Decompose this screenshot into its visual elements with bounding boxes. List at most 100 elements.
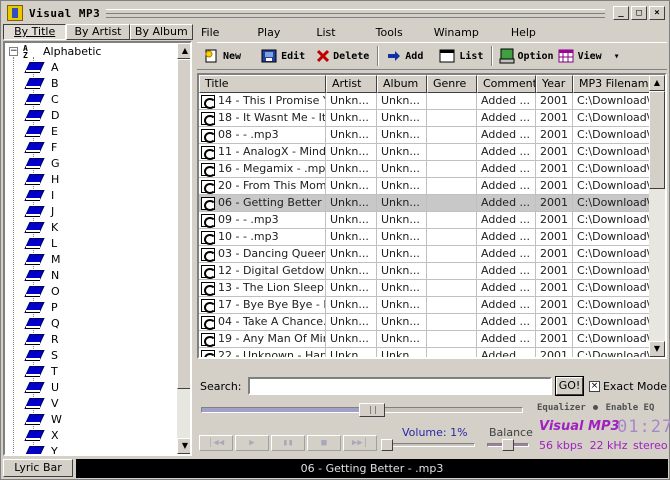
table-row[interactable]: 13 - The Lion Sleep... Unkn... Unkn... Adde… [199, 280, 649, 297]
menu-play[interactable]: Play [257, 26, 280, 39]
title-bar[interactable]: Visual MP3 _ □ × [3, 3, 667, 23]
delete-button[interactable]: Delete [317, 48, 369, 64]
table-row[interactable]: 08 - - .mp3 Unkn... Unkn... Added ... 2001 C:… [199, 127, 649, 144]
tree-letter-node[interactable]: V [25, 395, 59, 411]
tree-letter-node[interactable]: M [25, 251, 61, 267]
view-button[interactable]: View ▾ [558, 48, 620, 64]
table-row[interactable]: 18 - It Wasnt Me - It ...Unkn...Unkn...A… [199, 110, 649, 127]
tree-letter-node[interactable]: S [25, 347, 58, 363]
tree-letter-node[interactable]: A [25, 59, 59, 75]
stop-button[interactable]: ■ [307, 435, 341, 451]
menu-help[interactable]: Help [511, 26, 536, 39]
table-row[interactable]: 10 - - .mp3 Unkn... Unkn... Added ... 2001 C:… [199, 229, 649, 246]
grid-scroll-thumb[interactable] [649, 91, 665, 189]
tree-letter-node[interactable]: P [25, 299, 58, 315]
column-header-year[interactable]: Year [536, 75, 573, 93]
edit-button[interactable]: Edit [261, 48, 305, 64]
option-button[interactable]: Option [499, 48, 554, 64]
tree-letter-node[interactable]: J [25, 203, 54, 219]
seek-bar[interactable] [201, 403, 523, 417]
tab-by-album[interactable]: By Album [129, 24, 193, 40]
table-row[interactable]: 19 - Any Man Of Min...Unkn...Unkn...Adde… [199, 331, 649, 348]
table-row[interactable]: 04 - Take A Chance... Unkn... Unkn... Added… [199, 314, 649, 331]
new-button[interactable]: New [203, 48, 241, 64]
tree-letter-node[interactable]: X [25, 427, 59, 443]
tab-by-artist[interactable]: By Artist [66, 24, 130, 40]
tab-by-title[interactable]: By Title [3, 24, 67, 40]
column-header-title[interactable]: Title [199, 75, 326, 93]
scroll-down-arrow-icon[interactable]: ▼ [649, 341, 665, 357]
column-header-genre[interactable]: Genre [427, 75, 477, 93]
column-header-filename[interactable]: MP3 Filename [573, 75, 649, 93]
column-header-artist[interactable]: Artist [326, 75, 377, 93]
menu-tools[interactable]: Tools [376, 26, 403, 39]
tree-letter-node[interactable]: R [25, 331, 59, 347]
tree-letter-node[interactable]: N [25, 267, 59, 283]
tree-letter-node[interactable]: G [25, 155, 60, 171]
menu-list[interactable]: List [316, 26, 335, 39]
lyric-bar-button[interactable]: Lyric Bar [3, 459, 73, 477]
table-row[interactable]: 11 - AnalogX - Mind... Unkn... Unkn... Adde… [199, 144, 649, 161]
exact-mode-label[interactable]: Exact Mode [603, 380, 667, 393]
equalizer-button[interactable]: Equalizer [537, 403, 586, 413]
tree-letter-node[interactable]: E [25, 123, 58, 139]
next-track-button[interactable]: ▶▶| [343, 435, 377, 451]
enable-eq-label[interactable]: Enable EQ [606, 403, 655, 413]
previous-track-button[interactable]: |◀◀ [199, 435, 233, 451]
menu-file[interactable]: File [201, 26, 219, 39]
volume-handle[interactable] [380, 439, 393, 451]
view-dropdown-icon[interactable]: ▾ [614, 51, 620, 62]
tree-letter-node[interactable]: W [25, 411, 62, 427]
pause-button[interactable]: ▮▮ [271, 435, 305, 451]
song-list-grid[interactable]: Title Artist Album Genre Comment Year MP… [197, 73, 667, 359]
table-row[interactable]: 12 - Digital Getdown...Unkn...Unkn...Add… [199, 263, 649, 280]
column-header-album[interactable]: Album [377, 75, 427, 93]
tree-letter-node[interactable]: B [25, 75, 59, 91]
exact-mode-checkbox[interactable]: × [589, 380, 600, 392]
table-row[interactable]: 16 - Megamix - .mp3 Unkn... Unkn... Added .… [199, 161, 649, 178]
volume-slider[interactable] [380, 439, 475, 451]
table-row[interactable]: 09 - - .mp3 Unkn... Unkn... Added ... 2001 C:… [199, 212, 649, 229]
scroll-up-arrow-icon[interactable]: ▲ [177, 43, 190, 59]
scroll-up-arrow-icon[interactable]: ▲ [649, 75, 665, 91]
grid-vertical-scrollbar[interactable]: ▲ ▼ [649, 75, 665, 357]
seek-handle[interactable] [358, 403, 385, 417]
tree-letter-node[interactable]: O [25, 283, 60, 299]
go-button[interactable]: GO! [554, 376, 585, 396]
table-row[interactable]: 22 - Unknown - Hap...Unkn...Unkn...Added… [199, 348, 649, 357]
tree-letter-node[interactable]: Y [25, 443, 58, 455]
scroll-down-arrow-icon[interactable]: ▼ [177, 438, 190, 454]
table-row[interactable]: 20 - From This Mom...Unkn...Unkn...Added… [199, 178, 649, 195]
balance-slider[interactable] [487, 439, 529, 451]
tree-letter-node[interactable]: C [25, 91, 59, 107]
tree-letter-node[interactable]: H [25, 171, 59, 187]
tree-root-node[interactable]: − AZ Alphabetic [9, 45, 101, 60]
tree-letter-node[interactable]: U [25, 379, 59, 395]
tree-scroll-thumb[interactable] [177, 59, 190, 389]
balance-handle[interactable] [502, 439, 514, 451]
table-row[interactable]: 03 - Dancing Queen...Unkn...Unkn...Added… [199, 246, 649, 263]
tree-scrollbar[interactable]: ▲ ▼ [177, 43, 190, 454]
list-button[interactable]: List [439, 48, 483, 64]
tree-letter-node[interactable]: T [25, 363, 58, 379]
menu-winamp[interactable]: Winamp [434, 26, 479, 39]
tree-letter-node[interactable]: K [25, 219, 58, 235]
table-row[interactable]: 14 - This I Promise Y...Unkn...Unkn...Ad… [199, 93, 649, 110]
close-button[interactable]: × [649, 6, 665, 20]
maximize-button[interactable]: □ [631, 6, 647, 20]
collapse-icon[interactable]: − [9, 47, 18, 56]
alphabetic-tree[interactable]: − AZ Alphabetic ABCDEFGHIJKLMNOPQRSTUVWX… [3, 41, 192, 456]
table-row[interactable]: 17 - Bye Bye Bye - B...Unkn...Unkn...Add… [199, 297, 649, 314]
enable-eq-radio-icon[interactable] [593, 405, 599, 410]
add-button[interactable]: Add [387, 48, 423, 64]
tree-letter-node[interactable]: Q [25, 315, 60, 331]
tree-letter-node[interactable]: F [25, 139, 57, 155]
minimize-button[interactable]: _ [613, 6, 629, 20]
table-row[interactable]: 06 - Getting Better - ...Unkn...Unkn...A… [199, 195, 649, 212]
play-button[interactable]: ▶ [235, 435, 269, 451]
search-input[interactable] [247, 377, 552, 395]
tree-letter-node[interactable]: D [25, 107, 59, 123]
tree-letter-node[interactable]: I [25, 187, 54, 203]
column-header-comment[interactable]: Comment [477, 75, 536, 93]
tree-letter-node[interactable]: L [25, 235, 57, 251]
